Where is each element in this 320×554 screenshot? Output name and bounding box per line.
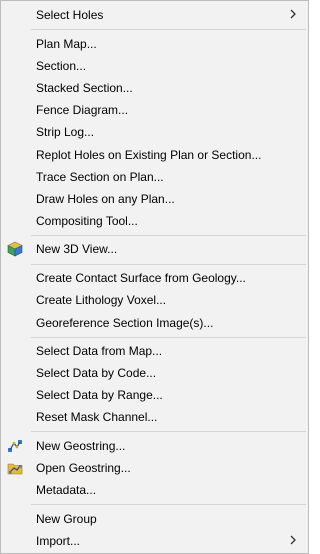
menu-item-label: Section... xyxy=(36,59,87,73)
menu-item-label: Select Holes xyxy=(36,8,104,22)
menu-item-label: Reset Mask Channel... xyxy=(36,410,158,424)
menu-item-stacked-section[interactable]: Stacked Section... xyxy=(1,77,308,99)
menu-separator xyxy=(31,504,306,505)
menu-item-import[interactable]: Import... xyxy=(1,530,308,552)
menu-item-select-data-by-code[interactable]: Select Data by Code... xyxy=(1,362,308,384)
menu-item-label: Compositing Tool... xyxy=(36,214,138,228)
new-geostring-icon xyxy=(8,440,22,452)
menu-item-draw-holes[interactable]: Draw Holes on any Plan... xyxy=(1,188,308,210)
menu-separator xyxy=(31,337,306,338)
menu-item-select-data-from-map[interactable]: Select Data from Map... xyxy=(1,340,308,362)
menu-separator xyxy=(31,264,306,265)
menu-item-trace-section[interactable]: Trace Section on Plan... xyxy=(1,166,308,188)
open-geostring-icon xyxy=(7,463,23,475)
context-menu: Select Holes Plan Map... Section... Stac… xyxy=(0,0,309,554)
menu-item-label: Import... xyxy=(36,534,81,548)
menu-item-compositing-tool[interactable]: Compositing Tool... xyxy=(1,210,308,232)
menu-item-new-3d-view[interactable]: New 3D View... xyxy=(1,238,308,260)
menu-item-new-geostring[interactable]: New Geostring... xyxy=(1,435,308,457)
menu-item-label: Replot Holes on Existing Plan or Section… xyxy=(36,148,262,162)
menu-item-open-geostring[interactable]: Open Geostring... xyxy=(1,457,308,479)
menu-item-label: Draw Holes on any Plan... xyxy=(36,192,175,206)
menu-item-label: New Group xyxy=(36,512,97,526)
menu-item-metadata[interactable]: Metadata... xyxy=(1,479,308,501)
menu-item-georeference-section-images[interactable]: Georeference Section Image(s)... xyxy=(1,312,308,334)
menu-item-label: Select Data by Range... xyxy=(36,388,163,402)
menu-item-label: Stacked Section... xyxy=(36,81,133,95)
3d-view-icon xyxy=(7,241,23,257)
menu-item-select-holes[interactable]: Select Holes xyxy=(1,4,308,26)
menu-item-label: Georeference Section Image(s)... xyxy=(36,316,214,330)
menu-item-label: Create Lithology Voxel... xyxy=(36,293,167,307)
menu-separator xyxy=(31,29,306,30)
menu-item-label: Metadata... xyxy=(36,483,97,497)
menu-item-create-lithology-voxel[interactable]: Create Lithology Voxel... xyxy=(1,289,308,311)
menu-item-label: Select Data from Map... xyxy=(36,344,163,358)
menu-item-fence-diagram[interactable]: Fence Diagram... xyxy=(1,99,308,121)
menu-item-reset-mask-channel[interactable]: Reset Mask Channel... xyxy=(1,406,308,428)
menu-item-select-data-by-range[interactable]: Select Data by Range... xyxy=(1,384,308,406)
menu-separator xyxy=(31,431,306,432)
chevron-right-icon xyxy=(290,9,296,19)
menu-item-section[interactable]: Section... xyxy=(1,55,308,77)
menu-item-create-contact-surface[interactable]: Create Contact Surface from Geology... xyxy=(1,267,308,289)
menu-item-replot-holes[interactable]: Replot Holes on Existing Plan or Section… xyxy=(1,144,308,166)
chevron-right-icon xyxy=(290,535,296,545)
menu-item-label: Fence Diagram... xyxy=(36,103,129,117)
menu-item-label: New 3D View... xyxy=(36,242,118,256)
menu-item-strip-log[interactable]: Strip Log... xyxy=(1,121,308,143)
menu-item-new-group[interactable]: New Group xyxy=(1,508,308,530)
menu-item-label: Strip Log... xyxy=(36,125,95,139)
menu-item-label: Select Data by Code... xyxy=(36,366,157,380)
menu-separator xyxy=(31,235,306,236)
menu-item-label: Plan Map... xyxy=(36,37,97,51)
menu-item-plan-map[interactable]: Plan Map... xyxy=(1,33,308,55)
menu-item-label: Trace Section on Plan... xyxy=(36,170,164,184)
menu-item-label: Create Contact Surface from Geology... xyxy=(36,271,246,285)
menu-item-label: Open Geostring... xyxy=(36,461,131,475)
menu-item-label: New Geostring... xyxy=(36,439,126,453)
